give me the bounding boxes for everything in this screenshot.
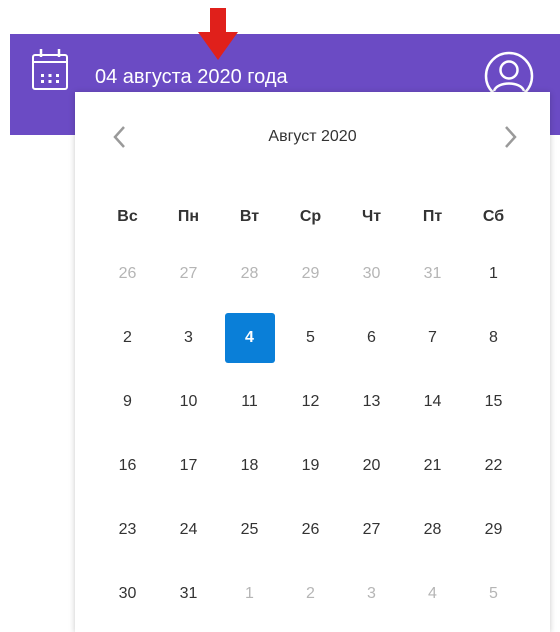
day-cell[interactable]: 26: [97, 242, 158, 306]
day-label: 30: [118, 585, 137, 602]
day-label: 17: [179, 457, 198, 474]
day-cell[interactable]: 5: [280, 306, 341, 370]
day-cell[interactable]: 29: [463, 498, 524, 562]
day-cell[interactable]: 14: [402, 370, 463, 434]
day-label: 21: [423, 457, 442, 474]
weekday-label: Пн: [177, 208, 200, 225]
day-label: 23: [118, 521, 137, 538]
day-label: 28: [423, 521, 442, 538]
day-label: 11: [241, 393, 258, 410]
day-cell[interactable]: 30: [341, 242, 402, 306]
day-cell[interactable]: 16: [97, 434, 158, 498]
day-cell[interactable]: 27: [341, 498, 402, 562]
day-cell[interactable]: 27: [158, 242, 219, 306]
day-cell[interactable]: 25: [219, 498, 280, 562]
day-cell-selected[interactable]: 4: [219, 306, 280, 370]
day-label: 6: [367, 329, 376, 346]
day-label: 1: [489, 265, 498, 282]
day-cell[interactable]: 23: [97, 498, 158, 562]
day-label: 27: [362, 521, 381, 538]
day-label: 28: [240, 265, 259, 282]
weekday-label: Вт: [239, 208, 260, 225]
day-cell[interactable]: 17: [158, 434, 219, 498]
day-label: 15: [484, 393, 503, 410]
day-cell[interactable]: 20: [341, 434, 402, 498]
day-cell[interactable]: 26: [280, 498, 341, 562]
day-cell[interactable]: 3: [158, 306, 219, 370]
day-label: 1: [245, 585, 254, 602]
day-label: 13: [362, 393, 381, 410]
day-cell[interactable]: 11: [219, 370, 280, 434]
weekday-label: Ср: [299, 208, 322, 225]
day-cell[interactable]: 2: [97, 306, 158, 370]
day-label: 22: [484, 457, 503, 474]
day-label: 24: [179, 521, 198, 538]
day-label: 4: [428, 585, 437, 602]
day-cell[interactable]: 1: [219, 562, 280, 626]
day-cell[interactable]: 18: [219, 434, 280, 498]
day-cell[interactable]: 12: [280, 370, 341, 434]
chevron-right-icon[interactable]: [495, 120, 525, 154]
day-cell[interactable]: 31: [158, 562, 219, 626]
day-cell[interactable]: 28: [219, 242, 280, 306]
month-title[interactable]: Август 2020: [75, 128, 550, 146]
day-cell[interactable]: 22: [463, 434, 524, 498]
day-cell[interactable]: 6: [341, 306, 402, 370]
day-cell[interactable]: 9: [97, 370, 158, 434]
day-cell[interactable]: 2: [280, 562, 341, 626]
day-cell[interactable]: 3: [341, 562, 402, 626]
day-label: 2: [306, 585, 315, 602]
day-label: 10: [179, 393, 198, 410]
day-cell[interactable]: 28: [402, 498, 463, 562]
weekday-label: Пт: [422, 208, 443, 225]
day-label: 3: [184, 329, 193, 346]
day-label: 5: [306, 329, 315, 346]
day-label: 5: [489, 585, 498, 602]
selected-date-title[interactable]: 04 августа 2020 года: [95, 62, 288, 92]
day-label: 9: [123, 393, 132, 410]
day-label: 4: [224, 313, 275, 363]
day-label: 29: [301, 265, 320, 282]
day-cell[interactable]: 13: [341, 370, 402, 434]
day-label: 26: [118, 265, 137, 282]
day-label: 2: [123, 329, 132, 346]
day-label: 25: [240, 521, 259, 538]
day-cell[interactable]: 24: [158, 498, 219, 562]
weekday-label: Вс: [117, 208, 138, 225]
weekday-label: Сб: [482, 208, 505, 225]
day-cell[interactable]: 4: [402, 562, 463, 626]
day-label: 12: [301, 393, 320, 410]
day-label: 3: [367, 585, 376, 602]
day-cell[interactable]: 8: [463, 306, 524, 370]
day-label: 31: [179, 585, 198, 602]
datepicker-popup: Август 2020 Вс Пн Вт Ср Чт Пт Сб 26 27 28 29 30 31 1 2…: [75, 92, 550, 632]
day-label: 30: [362, 265, 381, 282]
day-cell[interactable]: 7: [402, 306, 463, 370]
day-label: 31: [423, 265, 442, 282]
day-cell[interactable]: 21: [402, 434, 463, 498]
day-label: 20: [362, 457, 381, 474]
annotation-arrow: [198, 8, 238, 60]
day-cell[interactable]: 29: [280, 242, 341, 306]
day-label: 16: [118, 457, 137, 474]
day-label: 8: [489, 329, 498, 346]
day-cell[interactable]: 30: [97, 562, 158, 626]
day-label: 26: [301, 521, 320, 538]
day-cell[interactable]: 31: [402, 242, 463, 306]
day-label: 27: [179, 265, 198, 282]
day-cell[interactable]: 5: [463, 562, 524, 626]
day-cell[interactable]: 10: [158, 370, 219, 434]
day-label: 29: [484, 521, 503, 538]
day-cell[interactable]: 19: [280, 434, 341, 498]
weekday-label: Чт: [361, 208, 382, 225]
day-cell[interactable]: 1: [463, 242, 524, 306]
day-label: 19: [301, 457, 320, 474]
calendar-grid: Вс Пн Вт Ср Чт Пт Сб 26 27 28 29 30 31 1 2 3 4 5 6 7 8 9 10 11 1…: [97, 192, 524, 626]
day-label: 18: [240, 457, 259, 474]
day-label: 7: [428, 329, 437, 346]
day-cell[interactable]: 15: [463, 370, 524, 434]
calendar-icon[interactable]: [30, 47, 70, 93]
day-label: 14: [423, 393, 442, 410]
